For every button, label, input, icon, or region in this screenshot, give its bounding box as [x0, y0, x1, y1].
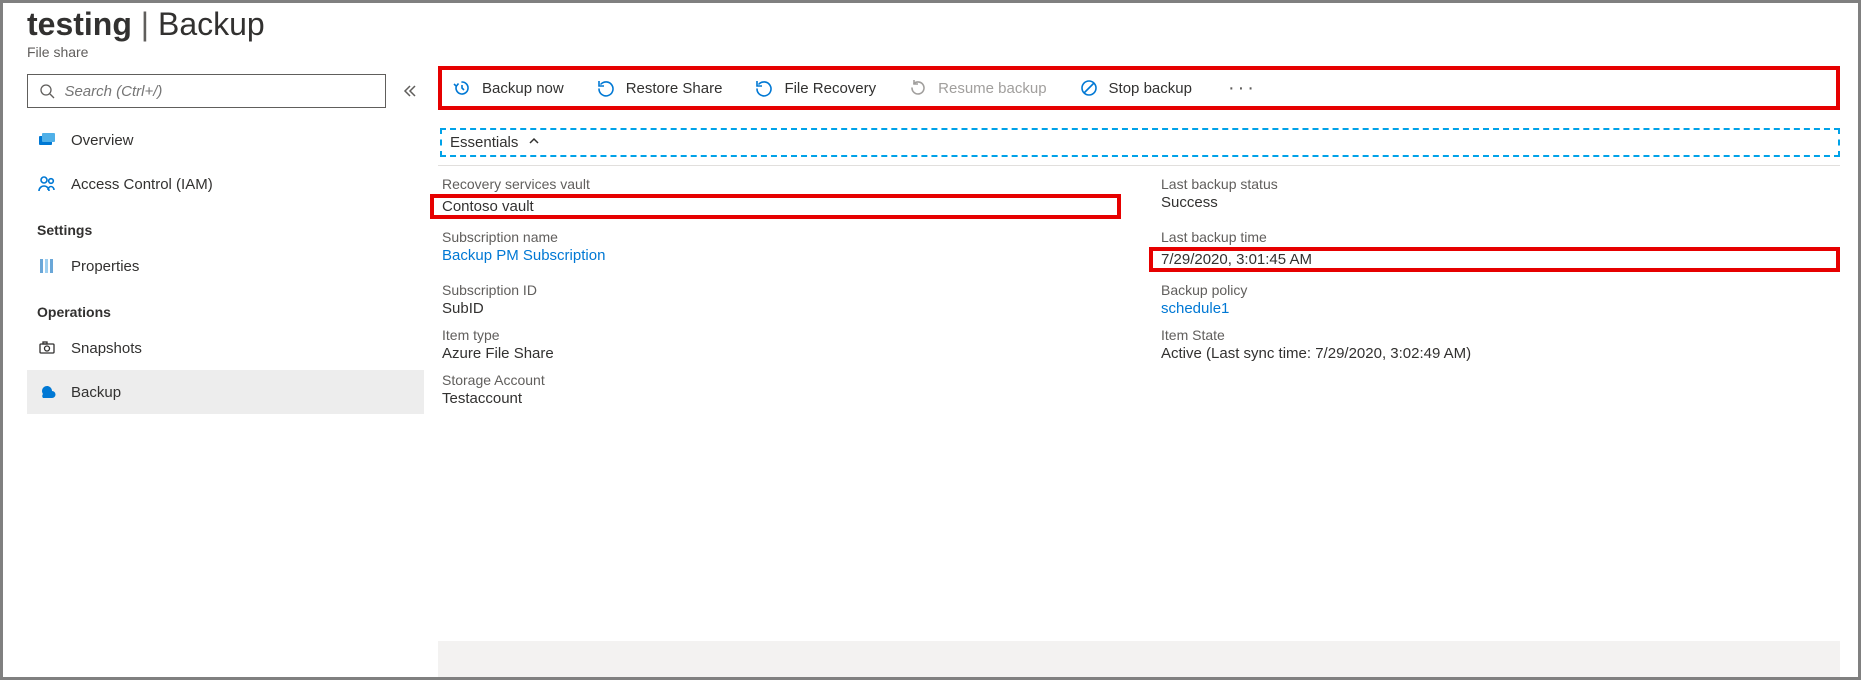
storage-account-value: Testaccount	[442, 390, 1121, 407]
resume-backup-icon	[908, 78, 928, 98]
subscription-name-label: Subscription name	[442, 229, 1121, 245]
toolbar-more-button[interactable]: ···	[1222, 77, 1263, 100]
last-backup-status-value: Success	[1161, 194, 1840, 211]
search-input[interactable]	[64, 83, 375, 100]
toolbar-highlight: Backup now Restore Share File Recovery	[438, 66, 1840, 110]
stop-backup-button[interactable]: Stop backup	[1077, 74, 1194, 102]
restore-share-button[interactable]: Restore Share	[594, 74, 725, 102]
sidebar-item-label: Snapshots	[71, 340, 142, 357]
footer-strip	[438, 641, 1840, 677]
sidebar-item-snapshots[interactable]: Snapshots	[27, 326, 424, 370]
collapse-sidebar-button[interactable]	[396, 77, 424, 105]
properties-icon	[37, 256, 57, 276]
toolbar-label: Backup now	[482, 80, 564, 97]
backup-policy-link[interactable]: schedule1	[1161, 300, 1840, 317]
toolbar-label: File Recovery	[784, 80, 876, 97]
recovery-vault-value: Contoso vault	[442, 198, 534, 215]
file-recovery-button[interactable]: File Recovery	[752, 74, 878, 102]
last-backup-time-label: Last backup time	[1161, 229, 1840, 245]
sidebar-item-overview[interactable]: Overview	[27, 118, 424, 162]
chevron-up-icon	[528, 134, 540, 151]
backup-now-icon	[452, 78, 472, 98]
resume-backup-button: Resume backup	[906, 74, 1048, 102]
backup-policy-label: Backup policy	[1161, 282, 1840, 298]
sidebar-item-properties[interactable]: Properties	[27, 244, 424, 288]
subscription-name-link[interactable]: Backup PM Subscription	[442, 247, 1121, 264]
restore-share-icon	[596, 78, 616, 98]
toolbar-label: Resume backup	[938, 80, 1046, 97]
sidebar-item-iam[interactable]: Access Control (IAM)	[27, 162, 424, 206]
backup-now-button[interactable]: Backup now	[450, 74, 566, 102]
stop-backup-icon	[1079, 78, 1099, 98]
item-state-label: Item State	[1161, 327, 1840, 343]
sidebar-item-backup[interactable]: Backup	[27, 370, 424, 414]
last-backup-time-value: 7/29/2020, 3:01:45 AM	[1161, 251, 1312, 268]
sidebar-item-label: Overview	[71, 132, 134, 149]
recovery-vault-highlight: Contoso vault	[430, 194, 1121, 219]
last-backup-time-highlight: 7/29/2020, 3:01:45 AM	[1149, 247, 1840, 272]
essentials-divider	[438, 165, 1840, 166]
search-box[interactable]	[27, 74, 386, 108]
title-resource: testing	[27, 6, 132, 42]
title-separator: |	[141, 6, 158, 42]
sidebar-group-settings: Settings	[27, 206, 424, 244]
title-section: Backup	[158, 6, 265, 42]
item-state-value: Active (Last sync time: 7/29/2020, 3:02:…	[1161, 345, 1840, 362]
toolbar-label: Restore Share	[626, 80, 723, 97]
iam-icon	[37, 174, 57, 194]
sidebar-item-label: Properties	[71, 258, 139, 275]
subscription-id-value: SubID	[442, 300, 1121, 317]
file-recovery-icon	[754, 78, 774, 98]
sidebar-item-label: Backup	[71, 384, 121, 401]
essentials-label: Essentials	[450, 134, 518, 151]
item-type-label: Item type	[442, 327, 1121, 343]
toolbar-label: Stop backup	[1109, 80, 1192, 97]
essentials-toggle[interactable]: Essentials	[440, 128, 1840, 157]
sidebar-item-label: Access Control (IAM)	[71, 176, 213, 193]
snapshots-icon	[37, 338, 57, 358]
item-type-value: Azure File Share	[442, 345, 1121, 362]
overview-icon	[37, 130, 57, 150]
page-subtitle: File share	[27, 44, 1834, 60]
recovery-vault-label: Recovery services vault	[442, 176, 1121, 192]
last-backup-status-label: Last backup status	[1161, 176, 1840, 192]
storage-account-label: Storage Account	[442, 372, 1121, 388]
search-icon	[38, 81, 56, 101]
sidebar-group-operations: Operations	[27, 288, 424, 326]
page-title: testing | Backup	[27, 7, 1834, 42]
backup-icon	[37, 382, 57, 402]
subscription-id-label: Subscription ID	[442, 282, 1121, 298]
